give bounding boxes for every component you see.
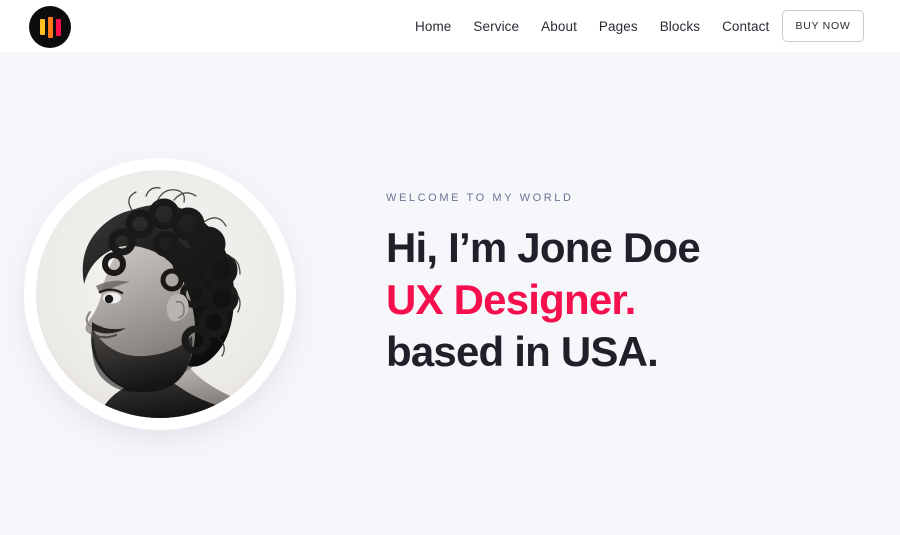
site-header: Home Service About Pages Blocks Contact … bbox=[0, 0, 900, 52]
equalizer-bars-logo-icon[interactable] bbox=[29, 6, 71, 48]
profile-portrait-photo bbox=[24, 158, 296, 430]
hero-headline-line-2: UX Designer. bbox=[386, 276, 636, 323]
nav-item-service[interactable]: Service bbox=[473, 19, 519, 34]
portrait-illustration-icon bbox=[36, 170, 284, 418]
nav-item-home[interactable]: Home bbox=[415, 19, 451, 34]
nav-item-blocks[interactable]: Blocks bbox=[660, 19, 700, 34]
hero-headline-line-1: Hi, I’m Jone Doe bbox=[386, 224, 701, 271]
hero-section: WELCOME TO MY WORLD Hi, I’m Jone Doe UX … bbox=[0, 52, 900, 535]
logo-bar-3 bbox=[55, 18, 61, 36]
buy-now-button[interactable]: BUY NOW bbox=[782, 10, 864, 42]
nav-item-about[interactable]: About bbox=[541, 19, 577, 34]
nav-item-contact[interactable]: Contact bbox=[722, 19, 769, 34]
nav-item-pages[interactable]: Pages bbox=[599, 19, 638, 34]
hero-copy: WELCOME TO MY WORLD Hi, I’m Jone Doe UX … bbox=[386, 192, 856, 378]
logo-bar-1 bbox=[39, 19, 45, 35]
portrait-frame bbox=[36, 170, 284, 418]
hero-headline-line-3: based in USA. bbox=[386, 328, 659, 375]
main-navigation: Home Service About Pages Blocks Contact bbox=[415, 0, 769, 52]
hero-eyebrow: WELCOME TO MY WORLD bbox=[386, 192, 574, 204]
logo-bar-2 bbox=[47, 16, 53, 38]
